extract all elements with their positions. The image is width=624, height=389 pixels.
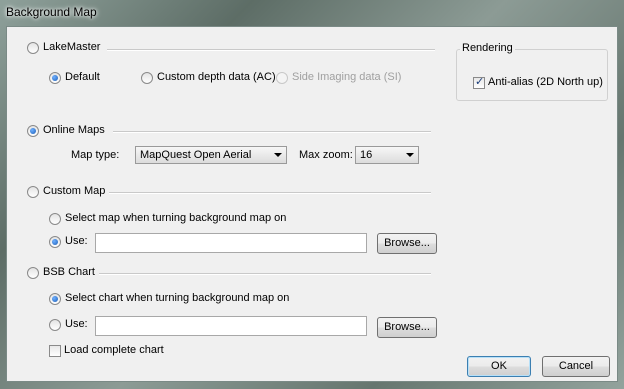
custom-depth-label: Custom depth data (AC) (157, 71, 276, 83)
custom-map-use-label: Use: (65, 235, 88, 247)
map-type-label: Map type: (71, 149, 120, 161)
window-frame: Background Map LakeMaster Default Custom… (0, 0, 624, 389)
online-maps-divider (113, 131, 431, 133)
bsb-chart-select-radio[interactable] (49, 293, 61, 305)
map-type-value: MapQuest Open Aerial (140, 149, 252, 161)
online-maps-label: Online Maps (43, 124, 105, 136)
max-zoom-select[interactable]: 16 (355, 146, 419, 164)
bsb-chart-use-radio[interactable] (49, 319, 61, 331)
lakemaster-divider (107, 49, 435, 51)
max-zoom-value: 16 (360, 149, 373, 161)
max-zoom-label: Max zoom: (299, 149, 353, 161)
custom-map-divider (109, 192, 431, 194)
custom-map-radio[interactable] (27, 186, 39, 198)
side-imaging-label: Side Imaging data (SI) (292, 71, 402, 83)
chevron-down-icon (274, 153, 282, 157)
bsb-chart-use-label: Use: (65, 318, 88, 330)
window-title: Background Map (6, 5, 97, 19)
antialias-checkbox[interactable] (473, 75, 485, 89)
chevron-down-icon (406, 153, 414, 157)
bsb-chart-path-input[interactable] (95, 316, 367, 336)
bsb-chart-browse-button[interactable]: Browse... (377, 317, 437, 338)
ok-button[interactable]: OK (467, 356, 531, 377)
custom-map-browse-button[interactable]: Browse... (377, 233, 437, 254)
bsb-chart-label: BSB Chart (43, 266, 95, 278)
load-complete-label: Load complete chart (64, 344, 164, 356)
custom-map-select-label: Select map when turning background map o… (65, 212, 287, 224)
custom-map-path-input[interactable] (95, 233, 367, 253)
default-label: Default (65, 71, 100, 83)
custom-depth-radio[interactable] (141, 72, 153, 84)
custom-map-label: Custom Map (43, 185, 106, 197)
side-imaging-radio[interactable] (276, 72, 288, 84)
bsb-chart-select-label: Select chart when turning background map… (65, 292, 290, 304)
title-bar[interactable]: Background Map (0, 0, 624, 26)
bsb-chart-divider (99, 273, 431, 275)
antialias-label: Anti-alias (2D North up) (488, 76, 603, 88)
load-complete-checkbox[interactable] (49, 345, 61, 357)
custom-map-select-radio[interactable] (49, 213, 61, 225)
lakemaster-radio[interactable] (27, 42, 39, 54)
cancel-button[interactable]: Cancel (542, 356, 610, 377)
lakemaster-label: LakeMaster (43, 41, 101, 53)
rendering-legend: Rendering (460, 42, 515, 54)
dialog-body: LakeMaster Default Custom depth data (AC… (6, 26, 618, 382)
custom-map-use-radio[interactable] (49, 236, 61, 248)
bsb-chart-radio[interactable] (27, 267, 39, 279)
online-maps-radio[interactable] (27, 125, 39, 137)
default-radio[interactable] (49, 72, 61, 84)
map-type-select[interactable]: MapQuest Open Aerial (135, 146, 287, 164)
